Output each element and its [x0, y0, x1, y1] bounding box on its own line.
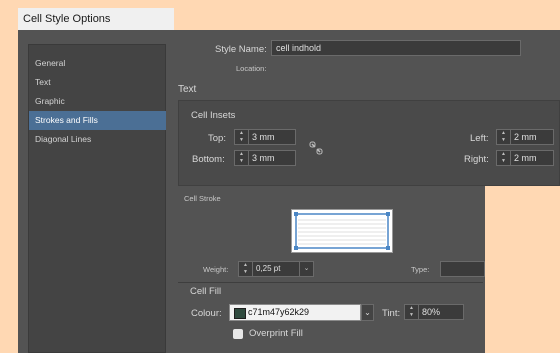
colour-value: c71m47y62k29	[248, 307, 310, 317]
category-sidebar: General Text Graphic Strokes and Fills D…	[28, 44, 166, 353]
weight-value: 0,25 pt	[256, 264, 281, 273]
stepper-arrows-icon[interactable]: ▲ ▼	[497, 130, 511, 144]
top-inset-stepper[interactable]: ▲ ▼ 3 mm	[234, 129, 296, 145]
bottom-inset-value: 3 mm	[252, 153, 275, 163]
top-inset-label: Top:	[208, 133, 226, 144]
right-inset-label: Right:	[464, 154, 489, 165]
type-label: Type:	[411, 265, 430, 274]
left-inset-stepper[interactable]: ▲ ▼ 2 mm	[496, 129, 554, 145]
overprint-fill-label: Overprint Fill	[249, 328, 303, 339]
cell-stroke-heading: Cell Stroke	[184, 194, 221, 203]
sidebar-item-text[interactable]: Text	[29, 73, 166, 92]
right-inset-value: 2 mm	[514, 153, 537, 163]
stepper-arrows-icon[interactable]: ▲ ▼	[235, 151, 249, 165]
sidebar-item-general[interactable]: General	[29, 54, 166, 73]
window-title: Cell Style Options	[18, 8, 174, 30]
cell-insets-panel: Cell Insets Top: ▲ ▼ 3 mm Bottom: ▲ ▼ 3 mm…	[178, 100, 560, 186]
colour-select[interactable]: c71m47y62k29	[229, 304, 361, 321]
section-divider	[178, 282, 483, 283]
colour-swatch	[234, 308, 246, 319]
stepper-arrows-icon[interactable]: ▲ ▼	[405, 305, 419, 319]
background-crop	[485, 186, 560, 353]
style-name-label: Style Name:	[215, 44, 267, 55]
cell-fill-heading: Cell Fill	[190, 286, 222, 297]
chain-link-broken-icon[interactable]	[309, 141, 323, 155]
sidebar-item-graphic[interactable]: Graphic	[29, 92, 166, 111]
stroke-proxy-grid[interactable]	[292, 210, 392, 252]
left-inset-value: 2 mm	[514, 132, 537, 142]
sidebar-item-strokes-and-fills[interactable]: Strokes and Fills	[29, 111, 166, 130]
cell-insets-heading: Cell Insets	[191, 110, 236, 121]
weight-label: Weight:	[203, 265, 229, 274]
overprint-fill-checkbox[interactable]	[233, 329, 243, 339]
stepper-arrows-icon[interactable]: ▲ ▼	[235, 130, 249, 144]
top-inset-value: 3 mm	[252, 132, 275, 142]
bottom-inset-label: Bottom:	[192, 154, 225, 165]
cell-style-dialog: General Text Graphic Strokes and Fills D…	[18, 30, 560, 353]
sidebar-item-diagonal-lines[interactable]: Diagonal Lines	[29, 130, 166, 149]
chevron-down-icon[interactable]: ⌄	[299, 262, 313, 276]
text-section-heading: Text	[178, 84, 197, 95]
left-inset-label: Left:	[470, 133, 489, 144]
stroke-type-select[interactable]	[440, 261, 485, 277]
tint-value: 80%	[422, 307, 441, 317]
stroke-proxy-preview[interactable]	[291, 209, 393, 253]
weight-stepper[interactable]: ▲ ▼ 0,25 pt ⌄	[238, 261, 314, 277]
right-inset-stepper[interactable]: ▲ ▼ 2 mm	[496, 150, 554, 166]
location-label: Location:	[236, 64, 267, 73]
tint-stepper[interactable]: ▲ ▼ 80%	[404, 304, 464, 320]
tint-label: Tint:	[382, 308, 401, 319]
stepper-arrows-icon[interactable]: ▲ ▼	[497, 151, 511, 165]
bottom-inset-stepper[interactable]: ▲ ▼ 3 mm	[234, 150, 296, 166]
style-name-input[interactable]: cell indhold	[271, 40, 521, 56]
stepper-arrows-icon[interactable]: ▲ ▼	[239, 262, 253, 276]
colour-label: Colour:	[191, 308, 222, 319]
chevron-down-icon[interactable]: ⌄	[361, 304, 374, 321]
